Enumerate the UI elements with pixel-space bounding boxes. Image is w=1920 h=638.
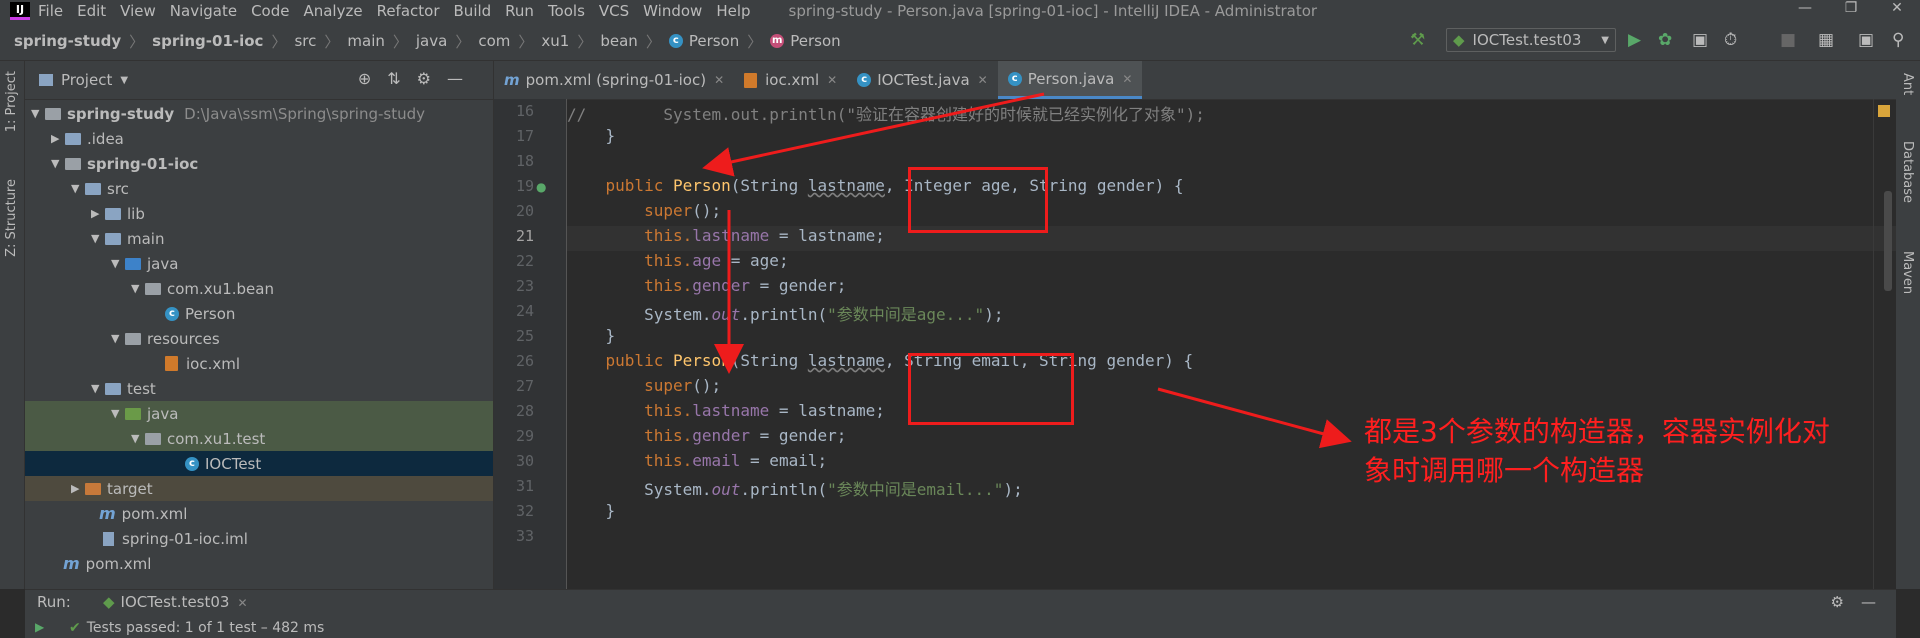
annotation-line-2: 象时调用哪一个构造器 xyxy=(1364,454,1645,487)
run-panel: Run: ◆ IOCTest.test03 ✕ ⚙ — ▶ ✔ Tests passe… xyxy=(25,589,1896,638)
arrow-to-constructor-1 xyxy=(702,92,1045,177)
run-tab[interactable]: ◆ IOCTest.test03 ✕ xyxy=(103,593,248,611)
close-icon[interactable]: ✕ xyxy=(237,596,247,610)
annotation-note: 都是3个参数的构造器，容器实例化对 象时调用哪一个构造器 xyxy=(1364,412,1920,490)
minimize-panel-icon[interactable]: — xyxy=(1861,593,1876,611)
check-icon: ✔ xyxy=(69,620,81,636)
rerun-icon[interactable]: ▶ xyxy=(35,620,44,634)
annotation-arrows xyxy=(702,92,1352,449)
run-panel-label: Run: xyxy=(37,593,71,611)
test-config-icon: ◆ xyxy=(103,593,115,611)
test-status: ✔ Tests passed: 1 of 1 test – 482 ms xyxy=(69,620,325,636)
annotation-line-1: 都是3个参数的构造器，容器实例化对 xyxy=(1364,415,1830,448)
gear-icon[interactable]: ⚙ xyxy=(1831,593,1844,611)
arrow-to-note xyxy=(1157,387,1352,449)
